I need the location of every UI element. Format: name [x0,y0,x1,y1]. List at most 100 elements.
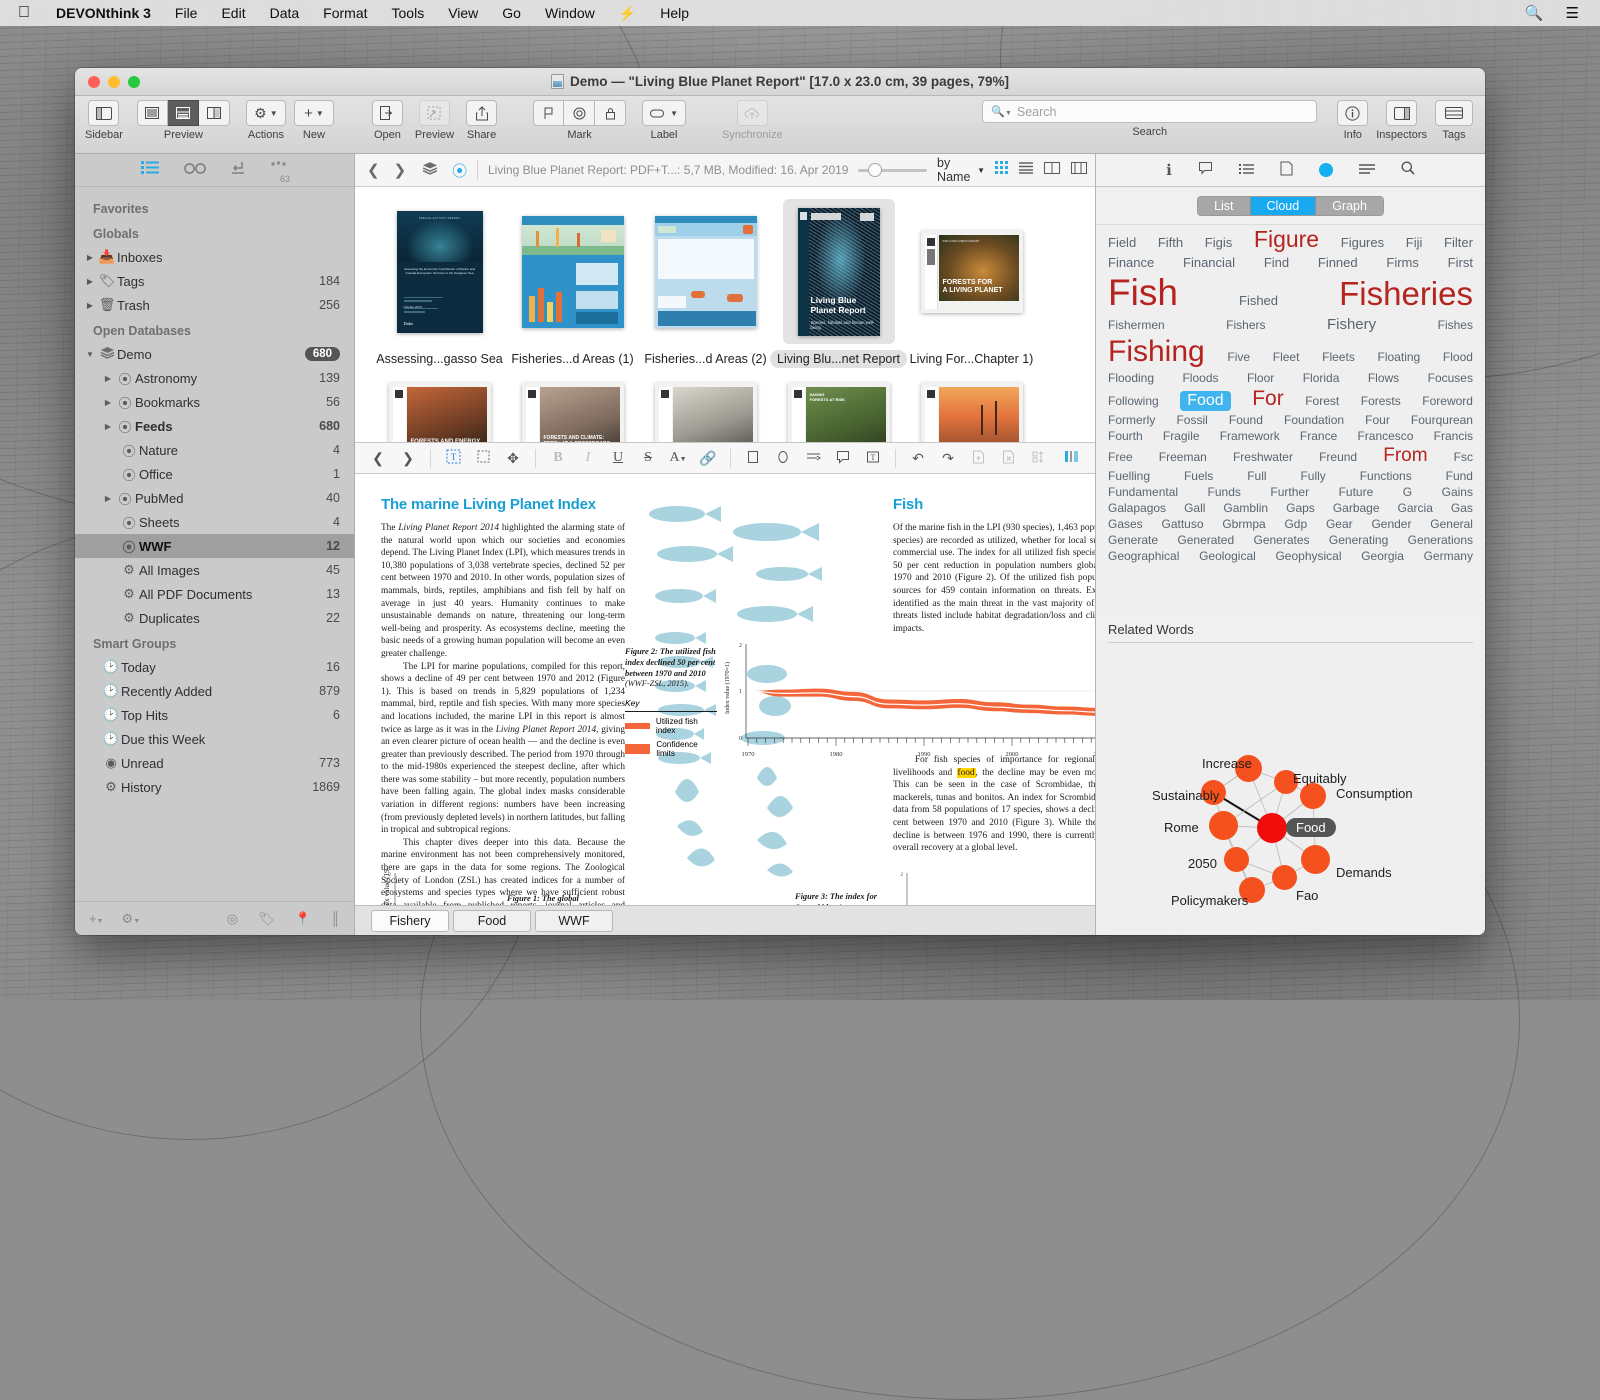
rect-select-icon[interactable] [468,449,498,467]
link-icon[interactable]: 🔗 [693,450,723,467]
cloud-word[interactable]: Francesco [1357,429,1413,443]
cloud-word[interactable]: France [1300,429,1337,443]
action-gear-icon[interactable]: ⚙▼ [122,911,141,927]
concordance-icon[interactable] [1319,163,1333,177]
cloud-word[interactable]: Freund [1319,450,1357,464]
cloud-word[interactable]: Geological [1199,549,1256,563]
list-view-button[interactable] [1019,161,1033,179]
menu-item-tools[interactable]: Tools [380,5,437,21]
concordance-mode-switch[interactable]: List Cloud Graph [1197,196,1384,216]
cloud-word[interactable]: Found [1229,413,1263,427]
sidebar-item-feeds[interactable]: ▶ ⦿ Feeds 680 [75,414,354,438]
column-view-button[interactable] [1071,161,1087,179]
unread-toggle-icon[interactable]: ◎ [227,911,238,927]
cloud-word[interactable]: Figure [1254,226,1319,253]
segment-cloud[interactable]: Cloud [1251,197,1317,215]
menu-item-window[interactable]: Window [533,5,607,21]
sidebar-item-office[interactable]: ⦿ Office 1 [75,462,354,486]
cloud-word[interactable]: Focuses [1428,371,1473,385]
sidebar-item-today[interactable]: 🕑 Today 16 [75,655,354,679]
cloud-word[interactable]: Generate [1108,533,1158,547]
cloud-word[interactable]: Filter [1444,235,1473,250]
database-icon[interactable] [422,161,438,180]
cloud-word[interactable]: Fiji [1406,235,1423,250]
graph-node-center[interactable] [1257,813,1287,843]
cloud-word[interactable]: Galapagos [1108,501,1166,515]
sidebar-item-all-images[interactable]: ⚙ All Images 45 [75,558,354,582]
cloud-word[interactable]: Gdp [1284,517,1307,531]
cloud-word[interactable]: Fisheries [1339,275,1473,313]
sidebar-item-bookmarks[interactable]: ▶ ⦿ Bookmarks 56 [75,390,354,414]
sidebar-item-demo[interactable]: ▼ Demo 680 [75,342,354,366]
cloud-word[interactable]: Five [1227,350,1250,364]
info-button[interactable] [1337,100,1368,126]
unread-button[interactable] [564,100,595,126]
sidebar-item-astronomy[interactable]: ▶ ⦿ Astronomy 139 [75,366,354,390]
cloud-word[interactable]: Fleet [1273,350,1300,364]
cloud-word[interactable]: Fifth [1158,235,1183,250]
sidebar-item-due-this-week[interactable]: 🕑 Due this Week [75,727,354,751]
cloud-word[interactable]: Gaps [1286,501,1315,515]
disclosure-right-icon[interactable]: ▶ [101,398,115,407]
cloud-word[interactable]: Find [1264,255,1289,270]
sidebar-item-trash[interactable]: ▶ 🗑 Trash 256 [75,293,354,317]
cloud-word[interactable]: Gbrmpa [1222,517,1265,531]
next-page-icon[interactable]: ❯ [393,450,423,467]
cloud-word[interactable]: Generations [1408,533,1473,547]
cloud-word[interactable]: Flood [1443,350,1473,364]
view-list-button[interactable] [137,100,168,126]
menu-item-help[interactable]: Help [648,5,701,21]
cloud-word[interactable]: Fund [1446,469,1473,483]
cloud-word[interactable]: Freeman [1159,450,1207,464]
list-icon[interactable] [141,161,159,179]
import-icon[interactable] [231,161,245,180]
sidebar-toggle-button[interactable] [88,100,119,126]
strikethrough-icon[interactable]: S [633,450,663,466]
sidebar-item-wwf[interactable]: ⦿ WWF 12 [75,534,354,558]
cloud-word[interactable]: Georgia [1361,549,1404,563]
cloud-word[interactable]: Fishers [1226,318,1265,332]
annotation-icon[interactable] [1198,161,1213,179]
cloud-word[interactable]: Gains [1442,485,1473,499]
cloud-word[interactable]: Floor [1247,371,1274,385]
sidebar-item-nature[interactable]: ⦿ Nature 4 [75,438,354,462]
disclosure-right-icon[interactable]: ▶ [101,494,115,503]
note-icon[interactable] [828,450,858,467]
sort-menu[interactable]: by Name ▼ [937,156,985,184]
cloud-word[interactable]: Foundation [1284,413,1344,427]
cloud-word[interactable]: Full [1247,469,1266,483]
inspectors-button[interactable] [1386,100,1417,126]
group-icon[interactable]: ⦿ [452,160,467,181]
cloud-word[interactable]: Fishing [1108,335,1205,369]
thumbnail-item[interactable]: Fisheries...d Areas (1) [506,199,639,368]
cloud-word[interactable]: Fish [1108,272,1178,314]
graph-node[interactable] [1209,811,1238,840]
cloud-word[interactable]: General [1430,517,1473,531]
cloud-word[interactable]: Gamblin [1223,501,1268,515]
graph-node[interactable] [1224,847,1249,872]
text-color-icon[interactable]: A▼ [663,450,693,466]
cloud-word[interactable]: Fourth [1108,429,1143,443]
thumbnail-item[interactable] [639,378,772,442]
cloud-word[interactable]: Gall [1184,501,1205,515]
sidebar-item-history[interactable]: ⚙ History 1869 [75,775,354,799]
sidebar-item-sheets[interactable]: ⦿ Sheets 4 [75,510,354,534]
tags-button[interactable] [1435,100,1473,126]
thumbnail-item[interactable]: SPECIAL ACTIVITY REPORT Assessing the Ec… [373,199,506,368]
cloud-word[interactable]: Figures [1341,235,1384,250]
lock-button[interactable] [595,100,626,126]
rotate-left-icon[interactable]: ↶ [903,450,933,467]
text-icon[interactable] [1359,162,1375,179]
segment-graph[interactable]: Graph [1316,197,1383,215]
cloud-word[interactable]: Future [1339,485,1374,499]
search-icon[interactable] [1401,161,1415,179]
rotate-right-icon[interactable]: ↷ [933,450,963,467]
cloud-word[interactable]: Firms [1386,255,1419,270]
sidebar-item-all-pdf-documents[interactable]: ⚙ All PDF Documents 13 [75,582,354,606]
view-columns-button[interactable] [199,100,230,126]
menubar-search-icon[interactable]: 🔍 [1514,4,1555,22]
sidebar-item-unread[interactable]: ◉ Unread 773 [75,751,354,775]
menu-item-go[interactable]: Go [490,5,533,21]
cloud-word[interactable]: Fragile [1163,429,1200,443]
tab-wwf[interactable]: WWF [535,910,613,932]
